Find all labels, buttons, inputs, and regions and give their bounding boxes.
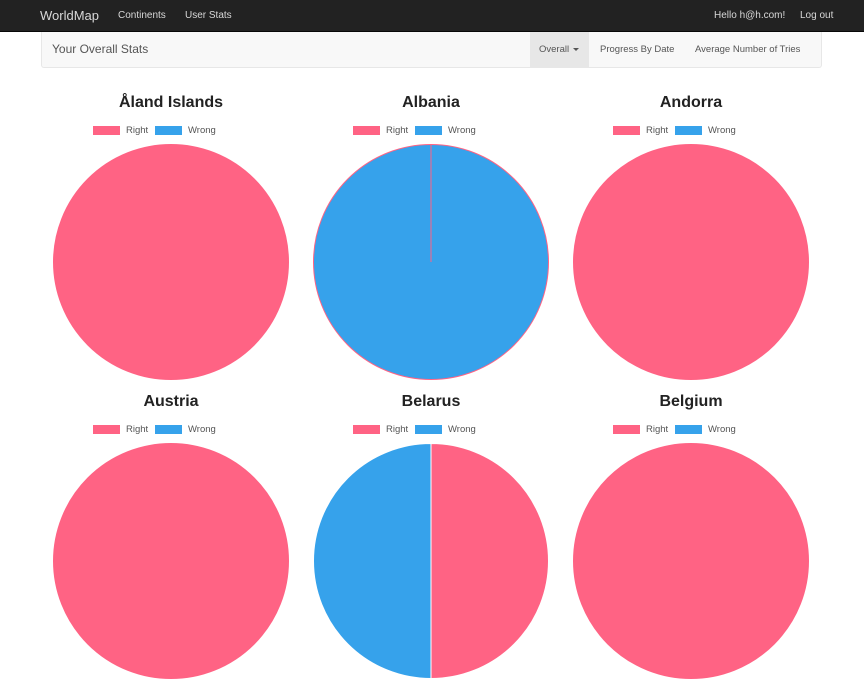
chart-cell: Belgium Right Wrong [561,393,821,693]
chart-title: Belgium [659,393,723,410]
tab-overall[interactable]: Overall [530,32,589,67]
pie-slice-right[interactable] [53,144,289,380]
chart-cell: Austria Right Wrong [41,393,301,693]
pie-chart[interactable] [573,144,809,380]
legend-label: Right [126,125,149,136]
chart-title: Belarus [401,393,461,410]
legend-label: Wrong [188,125,216,136]
legend-label: Wrong [448,125,476,136]
tab-average-tries[interactable]: Average Number of Tries [695,32,800,67]
legend-label: Wrong [188,424,216,435]
chart-title: Austria [143,393,199,410]
pie-slice-right[interactable] [573,144,809,380]
stats-title: Your Overall Stats [52,42,149,56]
legend-swatch [613,425,640,434]
chart-title: Andorra [659,94,723,111]
caret-down-icon [573,47,580,51]
pie-chart[interactable] [53,443,289,679]
stats-bar: Your Overall Stats Overall Progress By D… [41,32,822,68]
nav-link-user-stats[interactable]: User Stats [185,0,232,31]
legend-label: Right [386,424,409,435]
legend-swatch [93,126,120,135]
legend-label: Right [646,125,669,136]
chart-cell: Åland Islands Right Wrong [41,94,301,394]
legend-swatch [675,425,702,434]
pie-chart[interactable] [313,442,549,680]
brand-link[interactable]: WorldMap [40,0,99,31]
legend-label: Wrong [708,424,736,435]
user-greeting-link[interactable]: Hello h@h.com! [714,0,785,31]
navbar: WorldMap Continents User Stats Hello h@h… [0,0,864,32]
legend-label: Wrong [708,125,736,136]
legend-label: Right [386,125,409,136]
tab-overall-label: Overall [539,44,570,55]
legend-label: Wrong [448,424,476,435]
legend-swatch [415,126,442,135]
chart-cell: Belarus Right Wrong [301,393,561,693]
tab-progress-by-date[interactable]: Progress By Date [600,32,674,67]
legend-label: Right [646,424,669,435]
logout-link[interactable]: Log out [800,0,833,31]
legend-swatch [675,126,702,135]
pie-chart[interactable] [313,144,549,380]
legend-swatch [353,425,380,434]
legend-swatch [415,425,442,434]
chart-title: Åland Islands [118,94,224,111]
pie-chart[interactable] [53,144,289,380]
legend-swatch [155,425,182,434]
legend-label: Right [126,424,149,435]
chart-cell: Albania Right Wrong [301,94,561,394]
legend-swatch [613,126,640,135]
legend-swatch [353,126,380,135]
chart-cell: Andorra Right Wrong [561,94,821,394]
nav-link-continents[interactable]: Continents [118,0,166,31]
legend-swatch [93,425,120,434]
pie-chart[interactable] [573,443,809,679]
legend-swatch [155,126,182,135]
chart-title: Albania [402,94,460,111]
